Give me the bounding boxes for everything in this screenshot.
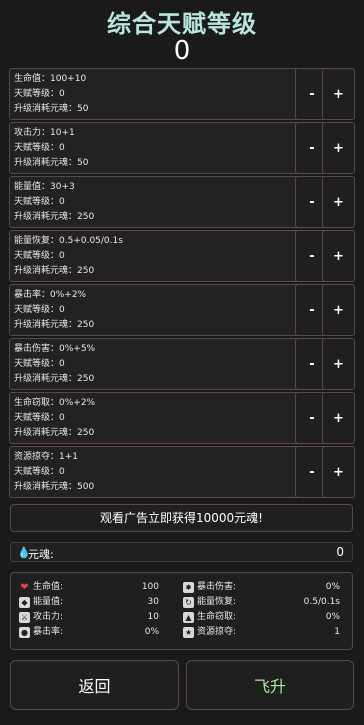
talent-row-energy-regen: 能量恢复：0.5+0.05/0.1s 天赋等级：0 升级消耗元魂：250 - + <box>9 230 355 282</box>
talent-level: 天赋等级：0 <box>14 251 65 261</box>
stat-value: 100 <box>141 582 159 592</box>
stat-value: 1 <box>334 627 340 637</box>
stat-value: 0% <box>325 582 340 592</box>
crit-rate-icon: ● <box>19 627 30 638</box>
talent-name: 暴击率：0%+2% <box>14 290 87 300</box>
stat-resource-plunder: ★ 资源掠夺: 1 <box>183 625 340 640</box>
stat-lifesteal: ▲ 生命窃取: 0% <box>183 610 340 625</box>
talent-level: 天赋等级：0 <box>14 305 65 315</box>
talent-info: 攻击力：10+1 天赋等级：0 升级消耗元魂：50 <box>14 126 88 171</box>
stat-energy: ◆ 能量值: 30 <box>19 595 159 610</box>
talent-name: 攻击力：10+1 <box>14 128 75 138</box>
talent-level: 天赋等级：0 <box>14 359 65 369</box>
back-button[interactable]: 返回 <box>10 660 179 710</box>
talent-name: 能量恢复：0.5+0.05/0.1s <box>14 236 123 246</box>
stat-value: 0% <box>325 612 340 622</box>
stat-label: 暴击率: <box>33 627 64 637</box>
talent-cost: 升级消耗元魂：50 <box>14 104 89 114</box>
energy-regen-icon: ↻ <box>183 597 194 608</box>
talent-info: 生命窃取：0%+2% 天赋等级：0 升级消耗元魂：250 <box>14 396 95 441</box>
talent-info: 资源掠夺：1+1 天赋等级：0 升级消耗元魂：500 <box>14 450 94 495</box>
talent-level: 天赋等级：0 <box>14 467 65 477</box>
talent-row-lifesteal: 生命窃取：0%+2% 天赋等级：0 升级消耗元魂：250 - + <box>9 392 355 444</box>
talent-row-crit-rate: 暴击率：0%+2% 天赋等级：0 升级消耗元魂：250 - + <box>9 284 355 336</box>
stat-crit-damage: ✸ 暴击伤害: 0% <box>183 580 340 595</box>
talent-name: 生命值：100+10 <box>14 74 87 84</box>
talent-name: 资源掠夺：1+1 <box>14 452 78 462</box>
stat-crit-rate: ● 暴击率: 0% <box>19 625 159 640</box>
talent-cost: 升级消耗元魂：250 <box>14 428 95 438</box>
talent-row-attack: 攻击力：10+1 天赋等级：0 升级消耗元魂：50 - + <box>9 122 355 174</box>
talent-list: 生命值：100+10 天赋等级：0 升级消耗元魂：50 - + 攻击力：10+1… <box>9 68 355 500</box>
talent-level: 天赋等级：0 <box>14 197 65 207</box>
stat-label: 能量恢复: <box>197 597 237 607</box>
increase-crit-rate-button[interactable]: + <box>322 284 355 336</box>
stat-label: 暴击伤害: <box>197 582 237 592</box>
talent-name: 能量值：30+3 <box>14 182 75 192</box>
talent-row-hp: 生命值：100+10 天赋等级：0 升级消耗元魂：50 - + <box>9 68 355 120</box>
increase-energy-regen-button[interactable]: + <box>322 230 355 282</box>
stat-value: 30 <box>147 597 159 607</box>
talent-cost: 升级消耗元魂：50 <box>14 158 89 168</box>
stat-value: 0.5/0.1s <box>303 597 340 607</box>
talent-cost: 升级消耗元魂：250 <box>14 374 95 384</box>
stat-energy-regen: ↻ 能量恢复: 0.5/0.1s <box>183 595 340 610</box>
talent-info: 暴击伤害：0%+5% 天赋等级：0 升级消耗元魂：250 <box>14 342 95 387</box>
stat-value: 0% <box>144 627 159 637</box>
talent-info: 能量值：30+3 天赋等级：0 升级消耗元魂：250 <box>14 180 94 225</box>
talent-row-resource-plunder: 资源掠夺：1+1 天赋等级：0 升级消耗元魂：500 - + <box>9 446 355 498</box>
talent-info: 能量恢复：0.5+0.05/0.1s 天赋等级：0 升级消耗元魂：250 <box>14 234 123 279</box>
talent-level: 天赋等级：0 <box>14 413 65 423</box>
increase-crit-damage-button[interactable]: + <box>322 338 355 390</box>
increase-hp-button[interactable]: + <box>322 68 355 120</box>
stat-value: 10 <box>147 612 159 622</box>
heart-icon: ❤ <box>20 582 29 593</box>
currency-bar: 💧 元魂: 0 <box>10 542 353 562</box>
talent-level: 天赋等级：0 <box>14 143 65 153</box>
talent-name: 暴击伤害：0%+5% <box>14 344 96 354</box>
talent-info: 生命值：100+10 天赋等级：0 升级消耗元魂：50 <box>14 72 88 117</box>
currency-value: 0 <box>336 545 344 559</box>
talent-cost: 升级消耗元魂：250 <box>14 320 95 330</box>
currency-label: 元魂: <box>28 548 54 561</box>
ascend-button[interactable]: 飞升 <box>186 660 354 710</box>
talent-cost: 升级消耗元魂：250 <box>14 212 95 222</box>
talent-info: 暴击率：0%+2% 天赋等级：0 升级消耗元魂：250 <box>14 288 94 333</box>
talent-cost: 升级消耗元魂：250 <box>14 266 95 276</box>
stat-hp: ❤ 生命值: 100 <box>19 580 159 595</box>
talent-row-crit-damage: 暴击伤害：0%+5% 天赋等级：0 升级消耗元魂：250 - + <box>9 338 355 390</box>
resource-plunder-icon: ★ <box>183 627 194 638</box>
crit-damage-icon: ✸ <box>183 582 194 593</box>
stat-label: 攻击力: <box>33 612 64 622</box>
talent-name: 生命窃取：0%+2% <box>14 398 96 408</box>
energy-icon: ◆ <box>19 597 30 608</box>
stat-attack: ⚔ 攻击力: 10 <box>19 610 159 625</box>
talent-cost: 升级消耗元魂：500 <box>14 482 95 492</box>
watch-ad-button[interactable]: 观看广告立即获得10000元魂! <box>10 504 353 532</box>
stat-label: 生命窃取: <box>197 612 237 622</box>
talent-level: 天赋等级：0 <box>14 89 65 99</box>
total-talent-level: 0 <box>173 36 191 66</box>
stats-panel: ❤ 生命值: 100 ◆ 能量值: 30 ⚔ 攻击力: 10 ● 暴击率: 0%… <box>10 572 353 650</box>
stat-label: 生命值: <box>33 582 64 592</box>
increase-resource-plunder-button[interactable]: + <box>322 446 355 498</box>
attack-icon: ⚔ <box>19 612 30 623</box>
stat-label: 能量值: <box>33 597 64 607</box>
increase-energy-button[interactable]: + <box>322 176 355 228</box>
stat-label: 资源掠夺: <box>197 627 237 637</box>
page-title: 综合天赋等级 <box>107 10 257 38</box>
lifesteal-icon: ▲ <box>183 612 194 623</box>
increase-lifesteal-button[interactable]: + <box>322 392 355 444</box>
increase-attack-button[interactable]: + <box>322 122 355 174</box>
talent-row-energy: 能量值：30+3 天赋等级：0 升级消耗元魂：250 - + <box>9 176 355 228</box>
